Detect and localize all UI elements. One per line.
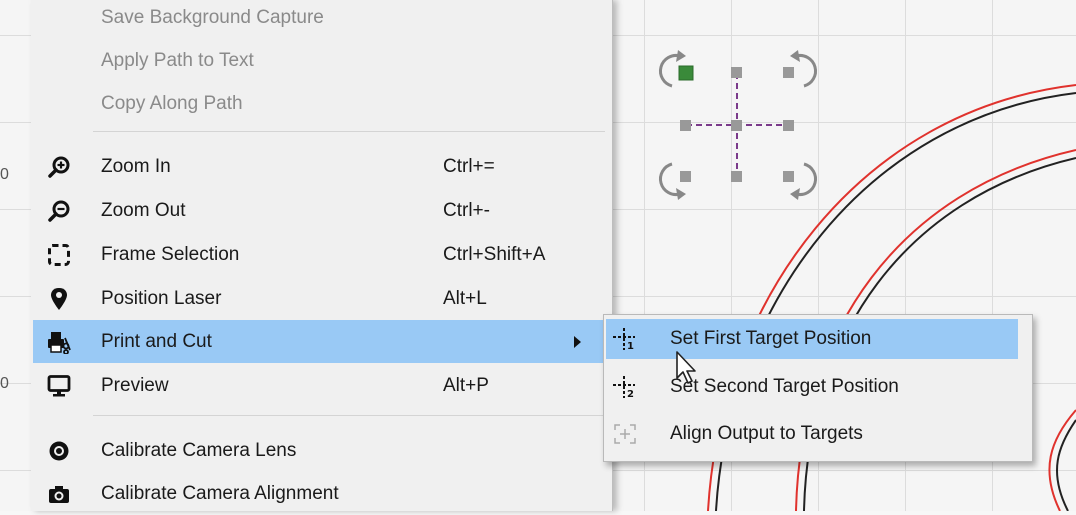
menu-item-zoom-in[interactable]: Zoom In Ctrl+= [33, 145, 611, 188]
submenu-item-label: Set Second Target Position [670, 376, 899, 397]
menu-item-shortcut: Alt+P [443, 374, 489, 396]
mouse-pointer-icon [676, 351, 696, 384]
menu-item-label: Save Background Capture [101, 6, 324, 28]
menu-item-label: Zoom Out [101, 199, 186, 221]
menu-item-label: Preview [101, 374, 169, 396]
menu-item-calibrate-camera-lens[interactable]: Calibrate Camera Lens [33, 429, 611, 472]
target-1-icon: 1 [613, 328, 635, 351]
menu-item-shortcut: Ctrl+= [443, 155, 495, 177]
menu-item-label: Print and Cut [101, 330, 212, 352]
print-and-cut-submenu: 1 Set First Target Position 2 Set Second… [603, 314, 1033, 462]
target-2-icon: 2 [613, 376, 635, 399]
svg-text:1: 1 [627, 341, 634, 351]
menu-item-label: Position Laser [101, 287, 222, 309]
map-pin-icon [51, 288, 67, 310]
context-menu: Save Background Capture Apply Path to Te… [31, 0, 613, 511]
menu-item-apply-path-to-text[interactable]: Apply Path to Text [33, 39, 611, 82]
menu-item-label: Copy Along Path [101, 92, 243, 114]
menu-item-calibrate-camera-alignment[interactable]: Calibrate Camera Alignment [33, 472, 611, 515]
menu-item-label: Calibrate Camera Lens [101, 439, 297, 461]
align-targets-icon [614, 424, 636, 444]
menu-item-label: Zoom In [101, 155, 171, 177]
menu-item-preview[interactable]: Preview Alt+P [33, 364, 611, 407]
submenu-item-set-first-target[interactable]: 1 Set First Target Position [606, 319, 1018, 359]
menu-item-print-and-cut[interactable]: Print and Cut [33, 320, 611, 363]
submenu-arrow-icon [574, 336, 581, 348]
submenu-item-align-output-to-targets[interactable]: Align Output to Targets [606, 414, 1018, 454]
menu-item-label: Frame Selection [101, 243, 240, 265]
camera-icon [49, 486, 69, 503]
selection-handles [659, 50, 817, 200]
zoom-in-icon [48, 156, 70, 178]
menu-item-frame-selection[interactable]: Frame Selection Ctrl+Shift+A [33, 233, 611, 276]
menu-item-position-laser[interactable]: Position Laser Alt+L [33, 277, 611, 320]
menu-item-copy-along-path[interactable]: Copy Along Path [33, 82, 611, 125]
frame-selection-icon [48, 244, 70, 266]
print-cut-icon [48, 332, 71, 354]
submenu-item-set-second-target[interactable]: 2 Set Second Target Position [606, 367, 1018, 407]
menu-item-shortcut: Ctrl+Shift+A [443, 243, 546, 265]
menu-separator [93, 415, 605, 416]
menu-item-label: Calibrate Camera Alignment [101, 482, 339, 504]
submenu-item-label: Set First Target Position [670, 328, 872, 349]
svg-text:2: 2 [627, 389, 634, 399]
menu-item-zoom-out[interactable]: Zoom Out Ctrl+- [33, 189, 611, 232]
camera-lens-icon [49, 441, 69, 461]
menu-separator [93, 131, 605, 132]
zoom-out-icon [48, 200, 70, 222]
menu-item-shortcut: Alt+L [443, 287, 487, 309]
submenu-item-label: Align Output to Targets [670, 423, 863, 444]
menu-item-save-background-capture[interactable]: Save Background Capture [33, 0, 611, 39]
menu-item-label: Apply Path to Text [101, 49, 254, 71]
monitor-icon [47, 375, 71, 397]
menu-item-shortcut: Ctrl+- [443, 199, 490, 221]
